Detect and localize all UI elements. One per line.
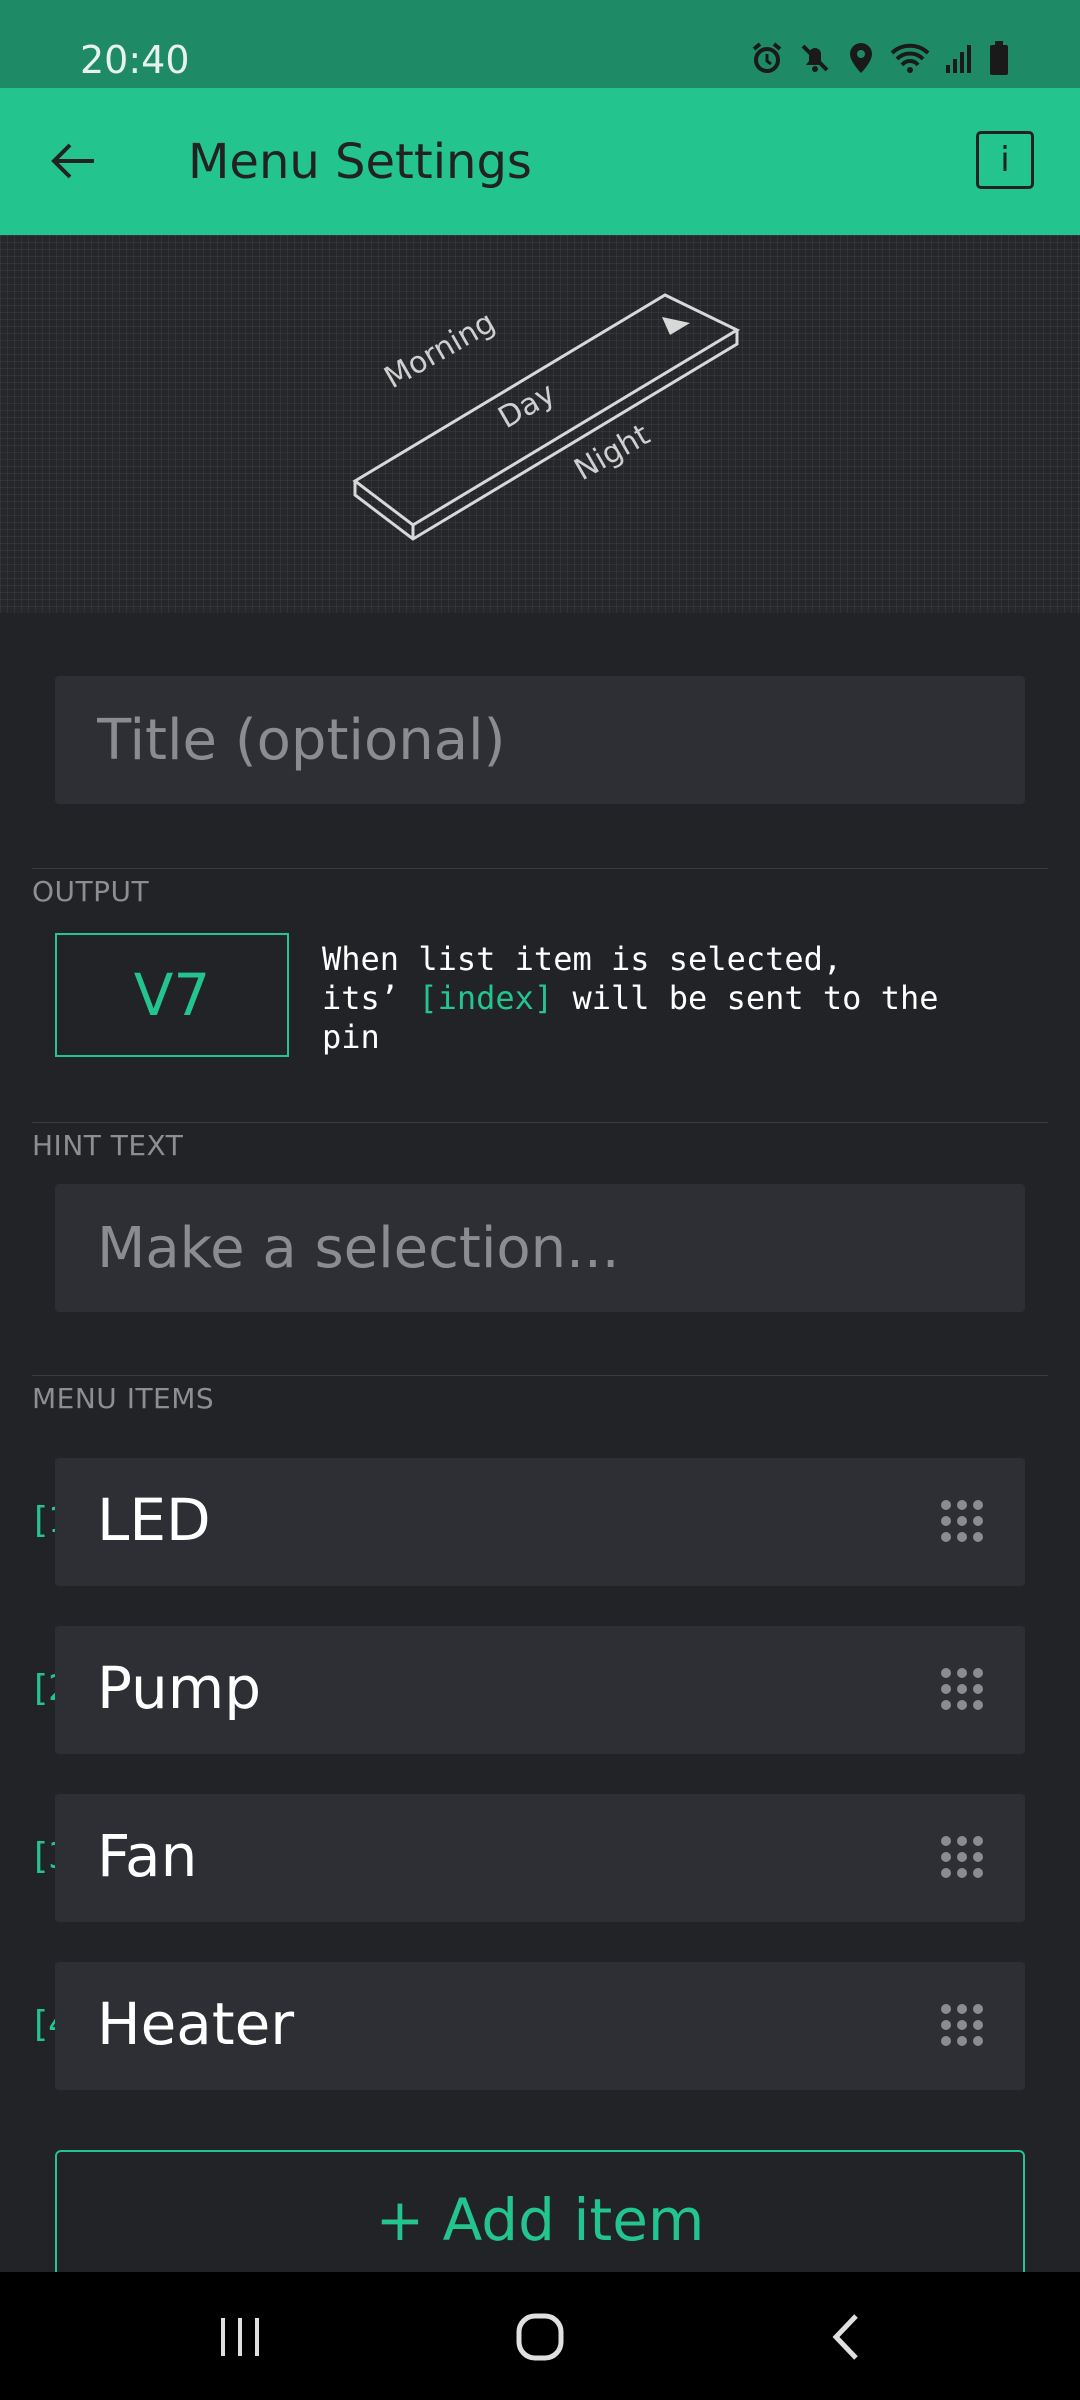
drag-handle-icon[interactable] [939,2002,985,2048]
widget-preview: Morning Day Night [0,235,1080,613]
output-desc-line1: When list item is selected, [322,940,843,978]
menu-item-label[interactable]: Fan [97,1822,197,1890]
output-desc-suffix: will be sent to the [553,979,939,1017]
title-field[interactable] [55,676,1025,804]
back-nav-button[interactable] [805,2302,885,2372]
info-button[interactable]: i [976,131,1034,189]
menu-item[interactable]: Heater [55,1962,1025,2090]
output-desc-prefix: its’ [322,979,419,1017]
drag-handle-icon[interactable] [939,1498,985,1544]
divider [32,1122,1048,1123]
divider [32,868,1048,869]
battery-icon [988,40,1010,76]
drag-handle-icon[interactable] [939,1666,985,1712]
app-bar: Menu Settings i [0,88,1080,235]
title-input[interactable] [55,676,1025,804]
add-item-button[interactable]: + Add item [55,2150,1025,2290]
recent-apps-button[interactable] [200,2302,280,2372]
menu-item-label[interactable]: Pump [97,1654,261,1722]
hint-field[interactable] [55,1184,1025,1312]
output-desc-highlight: [index] [418,979,554,1017]
drag-handle-icon[interactable] [939,1834,985,1880]
output-section-label: OUTPUT [32,875,150,908]
dropdown-triangle-icon [662,317,690,335]
wifi-icon [890,41,930,75]
output-desc-line2: its’ [index] will be sent to the [322,979,1022,1018]
arrow-left-icon [51,143,94,179]
system-nav-bar [0,2272,1080,2400]
back-button[interactable] [40,128,106,194]
mute-icon [798,41,832,75]
info-icon: i [1000,140,1010,180]
recent-apps-icon [221,2318,259,2356]
home-button[interactable] [500,2302,580,2372]
preview-item-day: Day [493,376,562,436]
pin-value: V7 [133,961,211,1029]
preview-item-night: Night [569,417,657,488]
page-title: Menu Settings [188,134,532,190]
menu-widget-illustration: Morning Day Night [352,293,741,541]
menu-item[interactable]: Pump [55,1626,1025,1754]
status-bar: 20:40 [0,0,1080,88]
divider [32,1375,1048,1376]
menu-item-label[interactable]: LED [97,1486,211,1554]
status-time: 20:40 [80,38,190,82]
menu-item-label[interactable]: Heater [97,1990,294,2058]
location-icon [846,41,876,75]
menu-item[interactable]: LED [55,1458,1025,1586]
preview-item-morning: Morning [379,305,502,396]
menu-item[interactable]: Fan [55,1794,1025,1922]
back-chevron-icon [832,2314,858,2360]
output-description: When list item is selected, its’ [index]… [322,940,1022,1057]
signal-icon [944,41,974,75]
alarm-icon [750,41,784,75]
status-icons [750,40,1010,76]
home-icon [516,2313,564,2361]
hint-input[interactable] [55,1184,1025,1312]
hint-section-label: HINT TEXT [32,1129,184,1162]
output-desc-line3: pin [322,1018,380,1056]
pin-selector[interactable]: V7 [55,933,289,1057]
menu-items-section-label: MENU ITEMS [32,1382,215,1415]
